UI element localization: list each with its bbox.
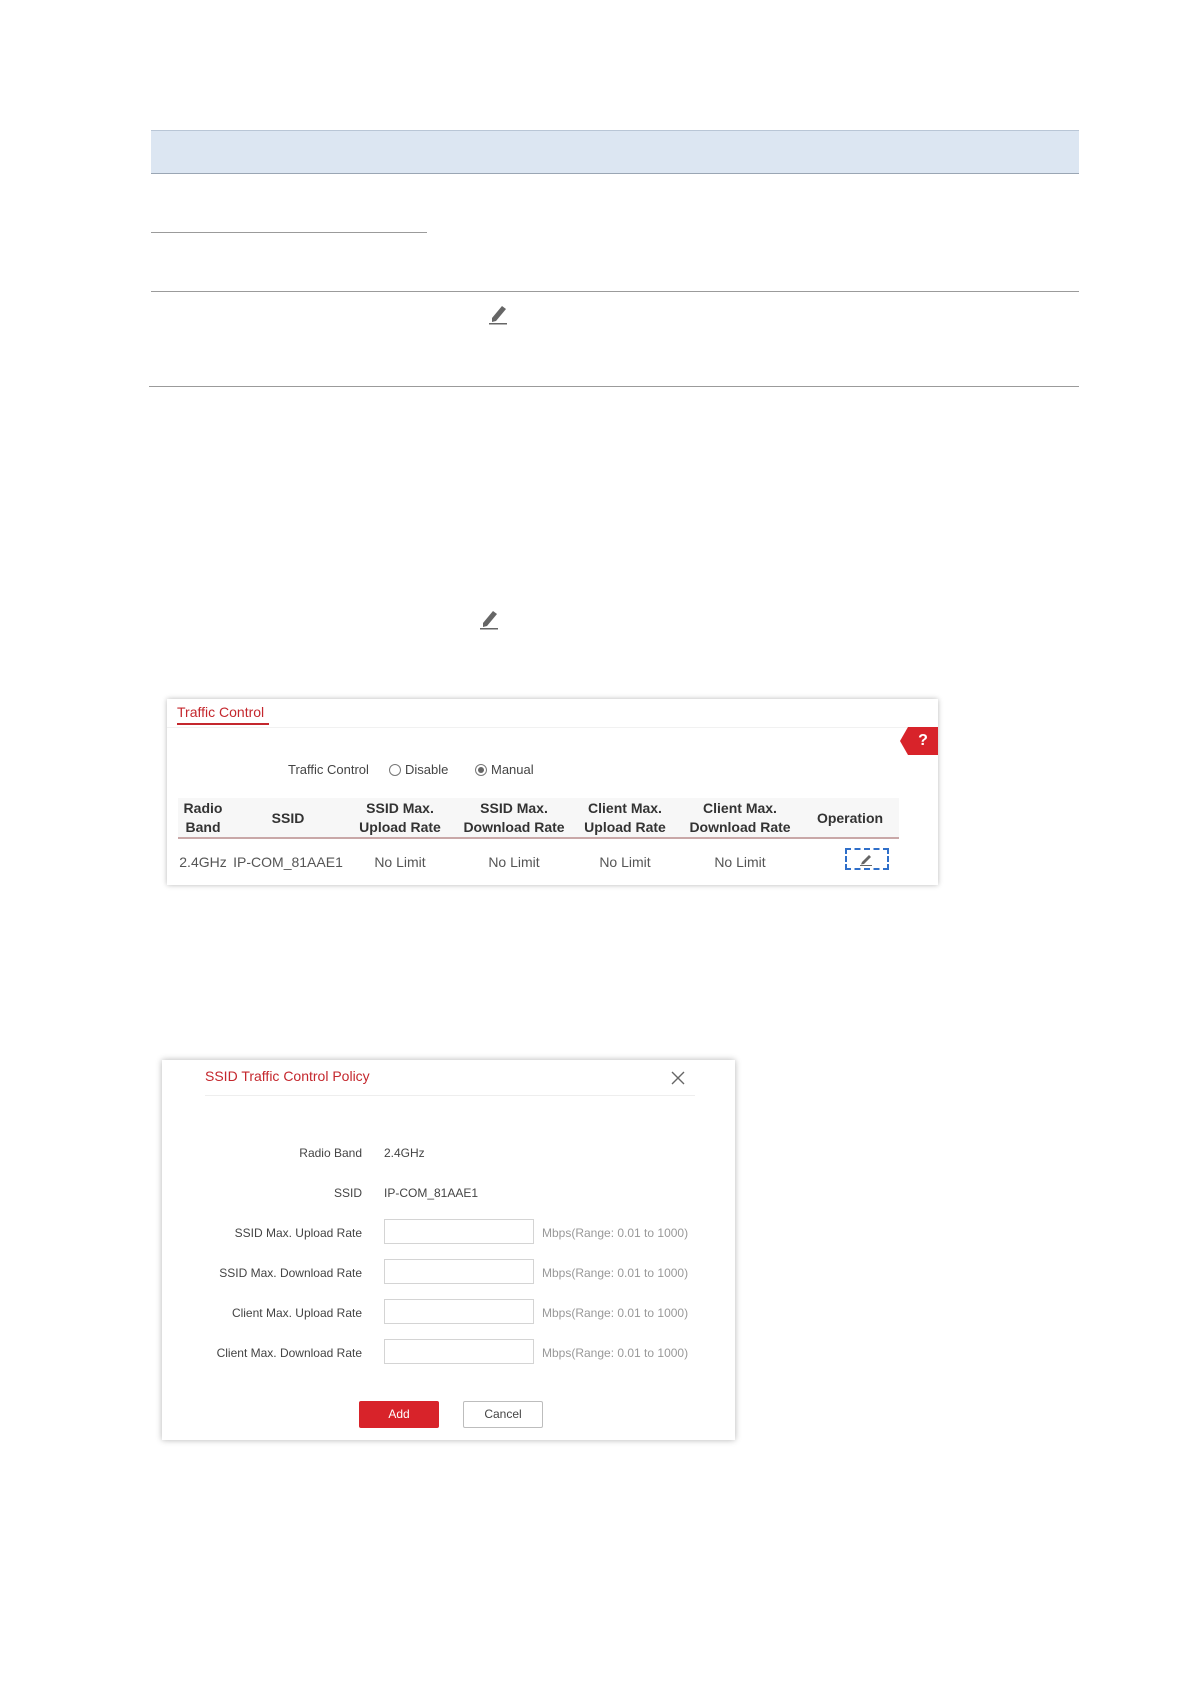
cell-ssid: IP-COM_81AAE1 <box>233 854 343 870</box>
doc-table-bottom <box>149 386 1079 387</box>
doc-table-divider <box>151 291 1079 292</box>
cancel-button[interactable]: Cancel <box>463 1401 543 1428</box>
ssid-max-upload-input[interactable] <box>384 1219 534 1244</box>
radio-disable-circle[interactable] <box>389 763 401 776</box>
doc-table-header <box>151 130 1079 174</box>
client-max-download-hint: Mbps(Range: 0.01 to 1000) <box>542 1346 689 1360</box>
cell-radio-band: 2.4GHz <box>179 854 227 870</box>
radio-band-label: Radio Band <box>299 1146 362 1160</box>
edit-icon <box>480 611 498 630</box>
edit-icon <box>489 306 507 325</box>
ssid-max-upload-label: SSID Max. Upload Rate <box>234 1226 362 1240</box>
add-button[interactable]: Add <box>359 1401 439 1428</box>
col-client-max-download: Client Max. Download Rate <box>689 800 791 835</box>
cell-ssid-max-download: No Limit <box>488 854 540 870</box>
help-icon[interactable]: ? <box>900 727 938 755</box>
ssid-max-download-hint: Mbps(Range: 0.01 to 1000) <box>542 1266 689 1280</box>
close-icon[interactable] <box>670 1070 686 1086</box>
col-ssid-max-download: SSID Max. Download Rate <box>463 800 565 835</box>
dialog-title: SSID Traffic Control Policy <box>205 1068 370 1084</box>
radio-manual[interactable]: Manual <box>475 762 534 777</box>
client-max-download-label: Client Max. Download Rate <box>216 1346 362 1360</box>
edit-button[interactable] <box>845 848 889 870</box>
tab-traffic-control[interactable]: Traffic Control <box>177 704 264 720</box>
dialog-separator <box>205 1095 695 1096</box>
edit-icon <box>860 855 872 866</box>
ssid-max-upload-hint: Mbps(Range: 0.01 to 1000) <box>542 1226 689 1240</box>
doc-table-divider-short <box>151 232 427 233</box>
client-max-upload-label: Client Max. Upload Rate <box>231 1306 362 1320</box>
radio-disable-label: Disable <box>405 762 449 777</box>
traffic-control-label: Traffic Control <box>288 762 369 777</box>
ssid-value: IP-COM_81AAE1 <box>384 1186 479 1200</box>
ssid-max-download-label: SSID Max. Download Rate <box>219 1266 362 1280</box>
cell-client-max-download: No Limit <box>714 854 766 870</box>
table-header-line <box>178 837 899 839</box>
col-client-max-upload: Client Max. Upload Rate <box>584 800 666 835</box>
col-operation: Operation <box>816 810 884 826</box>
tab-underline <box>177 723 269 725</box>
ssid-traffic-control-dialog: SSID Traffic Control Policy Radio Band 2… <box>162 1060 735 1440</box>
client-max-download-input[interactable] <box>384 1339 534 1364</box>
client-max-upload-hint: Mbps(Range: 0.01 to 1000) <box>542 1306 689 1320</box>
ssid-max-download-input[interactable] <box>384 1259 534 1284</box>
col-ssid-max-upload: SSID Max. Upload Rate <box>359 800 441 835</box>
radio-manual-label: Manual <box>491 762 534 777</box>
tab-bar-line <box>167 727 938 728</box>
cell-client-max-upload: No Limit <box>599 854 651 870</box>
radio-band-value: 2.4GHz <box>384 1146 425 1160</box>
radio-disable[interactable]: Disable <box>389 762 448 777</box>
radio-manual-circle[interactable] <box>475 763 487 776</box>
cell-ssid-max-upload: No Limit <box>374 854 426 870</box>
col-radio-band: Radio Band <box>183 800 223 835</box>
client-max-upload-input[interactable] <box>384 1299 534 1324</box>
traffic-control-panel: Traffic Control ? Traffic Control Disabl… <box>167 699 938 885</box>
ssid-label: SSID <box>333 1186 362 1200</box>
col-ssid: SSID <box>271 810 305 826</box>
